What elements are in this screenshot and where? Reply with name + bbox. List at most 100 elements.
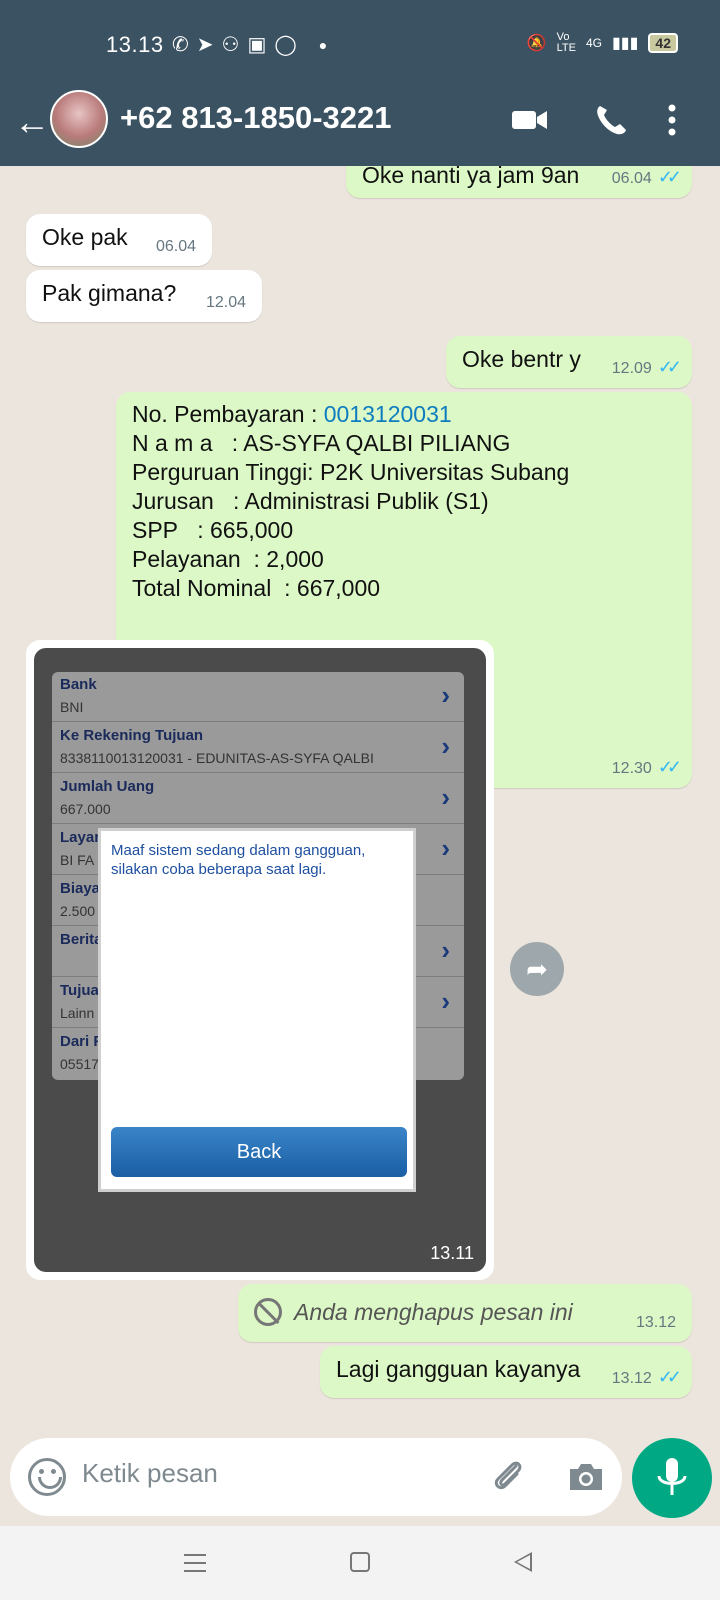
deleted-message-bubble[interactable]: Anda menghapus pesan ini 13.12	[238, 1284, 692, 1342]
payment-label: Jurusan	[132, 488, 214, 514]
telegram-icon: ➤	[196, 34, 214, 56]
image-message[interactable]: Bank BNI › Ke Rekening Tujuan 8338110013…	[26, 640, 494, 1280]
form-row: Bank BNI ›	[52, 672, 464, 722]
message-time: 13.12	[635, 1314, 676, 1331]
recent-apps-icon[interactable]	[184, 1554, 206, 1572]
chat-header: ← +62 813-1850-3221	[0, 86, 720, 164]
message-bubble[interactable]: Oke nanti ya jam 9an 06.04 ✓✓	[346, 166, 692, 198]
form-row-label: Jumlah Uang	[60, 778, 155, 795]
dialog-message: Maaf sistem sedang dalam gangguan, silak…	[111, 842, 366, 878]
message-input[interactable]: Ketik pesan	[82, 1458, 218, 1489]
circle-icon: ◯	[274, 34, 297, 56]
message-time-row: 12.30 ✓✓	[611, 757, 682, 778]
payment-value: Administrasi Publik (S1)	[244, 488, 489, 514]
message-time: 12.30	[611, 760, 652, 777]
back-arrow-icon[interactable]: ←	[14, 104, 50, 140]
volte-icon: Vo LTE	[556, 31, 576, 54]
payment-details: No. Pembayaran : 0013120031 N a m a : AS…	[132, 400, 676, 610]
payment-line: SPP : 665,000	[132, 516, 676, 545]
payment-label: N a m a	[132, 430, 213, 456]
screenshot-image[interactable]: Bank BNI › Ke Rekening Tujuan 8338110013…	[34, 648, 486, 1272]
payment-line: Jurusan : Administrasi Publik (S1)	[132, 487, 676, 516]
video-call-icon[interactable]	[510, 102, 550, 138]
message-time: 13.12	[611, 1370, 652, 1387]
payment-separator: :	[284, 575, 291, 601]
message-bubble[interactable]: Pak gimana? 12.04	[26, 270, 262, 322]
payment-value: 667,000	[296, 575, 381, 601]
payment-separator: :	[197, 517, 204, 543]
home-icon[interactable]	[350, 1552, 370, 1572]
message-time: 12.04	[205, 294, 246, 311]
read-ticks-icon: ✓✓	[657, 357, 682, 377]
emoji-icon[interactable]	[28, 1458, 66, 1496]
payment-value: 665,000	[209, 517, 294, 543]
form-row-value: 667.000	[60, 801, 111, 817]
mute-icon: 🔕	[526, 35, 547, 52]
person-add-icon: ⚇	[221, 34, 240, 56]
camera-icon[interactable]	[566, 1460, 606, 1494]
deleted-icon	[254, 1298, 282, 1326]
avatar[interactable]	[50, 90, 108, 148]
payment-separator: :	[231, 430, 239, 456]
payment-label: Total Nominal	[132, 575, 272, 601]
message-text: Oke bentr y	[462, 346, 581, 372]
message-bubble[interactable]: Lagi gangguan kayanya 13.12 ✓✓	[320, 1346, 692, 1398]
message-input-container[interactable]: Ketik pesan	[10, 1438, 622, 1516]
message-time: 06.04	[611, 170, 652, 187]
payment-line: Perguruan Tinggi: P2K Universitas Subang	[132, 458, 676, 487]
attach-icon[interactable]	[488, 1456, 528, 1496]
mic-button[interactable]	[632, 1438, 712, 1518]
chevron-right-icon: ›	[441, 833, 450, 863]
chevron-right-icon: ›	[441, 986, 450, 1016]
payment-label: SPP	[132, 517, 179, 543]
payment-separator: :	[233, 488, 240, 514]
message-time-row: 13.12 ✓✓	[611, 1367, 682, 1388]
phone-icon[interactable]	[592, 102, 632, 138]
payment-line: N a m a : AS-SYFA QALBI PILIANG	[132, 429, 676, 458]
battery-icon: 42	[648, 33, 678, 53]
message-time-row: 06.04 ✓✓	[611, 167, 682, 188]
mic-icon	[657, 1458, 687, 1495]
form-row: Ke Rekening Tujuan 8338110013120031 - ED…	[52, 723, 464, 773]
top-app-bar: 13.13 ✆ ➤ ⚇ ▣ ◯ ● 🔕 Vo LTE 4G ▮▮▮ 42 ← +6…	[0, 0, 720, 166]
message-bubble[interactable]: Oke pak 06.04	[26, 214, 212, 266]
form-row-label: Ke Rekening Tujuan	[60, 727, 204, 744]
payment-separator: :	[253, 546, 260, 572]
chevron-right-icon: ›	[441, 680, 450, 710]
whatsapp-icon: ✆	[172, 34, 189, 56]
contact-name[interactable]: +62 813-1850-3221	[120, 100, 392, 136]
form-row-label: Bank	[60, 676, 97, 693]
payment-number-link[interactable]: 0013120031	[324, 401, 452, 427]
status-bar: 13.13 ✆ ➤ ⚇ ▣ ◯ ● 🔕 Vo LTE 4G ▮▮▮ 42	[0, 0, 720, 92]
payment-value: 2,000	[266, 546, 324, 572]
payment-value: AS-SYFA QALBI PILIANG	[243, 430, 511, 456]
dot-icon: ●	[318, 36, 328, 53]
system-icons: 🔕 Vo LTE 4G ▮▮▮ 42	[527, 32, 678, 54]
message-bubble[interactable]: Oke bentr y 12.09 ✓✓	[446, 336, 692, 388]
signal-icon: ▮▮▮	[612, 35, 639, 52]
forward-icon[interactable]: ➦	[510, 942, 564, 996]
read-ticks-icon: ✓✓	[657, 757, 682, 777]
status-time: 13.13	[106, 32, 164, 57]
form-row: Jumlah Uang 667.000 ›	[52, 774, 464, 824]
payment-line: No. Pembayaran : 0013120031	[132, 400, 676, 429]
chevron-right-icon: ›	[441, 782, 450, 812]
payment-value: P2K Universitas Subang	[319, 459, 570, 485]
back-icon[interactable]	[514, 1552, 532, 1572]
message-input-bar: Ketik pesan	[0, 1430, 720, 1526]
chevron-right-icon: ›	[441, 731, 450, 761]
message-text: Oke pak	[42, 224, 128, 250]
network-label: 4G	[585, 36, 602, 50]
chat-area[interactable]: Oke nanti ya jam 9an 06.04 ✓✓ Oke pak 06.…	[0, 166, 720, 1430]
message-time-row: 12.09 ✓✓	[611, 357, 682, 378]
read-ticks-icon: ✓✓	[657, 1367, 682, 1387]
form-row-value: 8338110013120031 - EDUNITAS-AS-SYFA QALB…	[60, 750, 374, 766]
more-vert-icon[interactable]	[662, 102, 682, 138]
read-ticks-icon: ✓✓	[657, 167, 682, 187]
dialog-back-button: Back	[111, 1127, 407, 1177]
system-nav-bar	[0, 1526, 720, 1600]
payment-label: Perguruan Tinggi:	[132, 459, 314, 485]
message-text: Anda menghapus pesan ini	[294, 1299, 573, 1325]
message-time: 12.09	[611, 360, 652, 377]
message-text: Lagi gangguan kayanya	[336, 1356, 581, 1382]
